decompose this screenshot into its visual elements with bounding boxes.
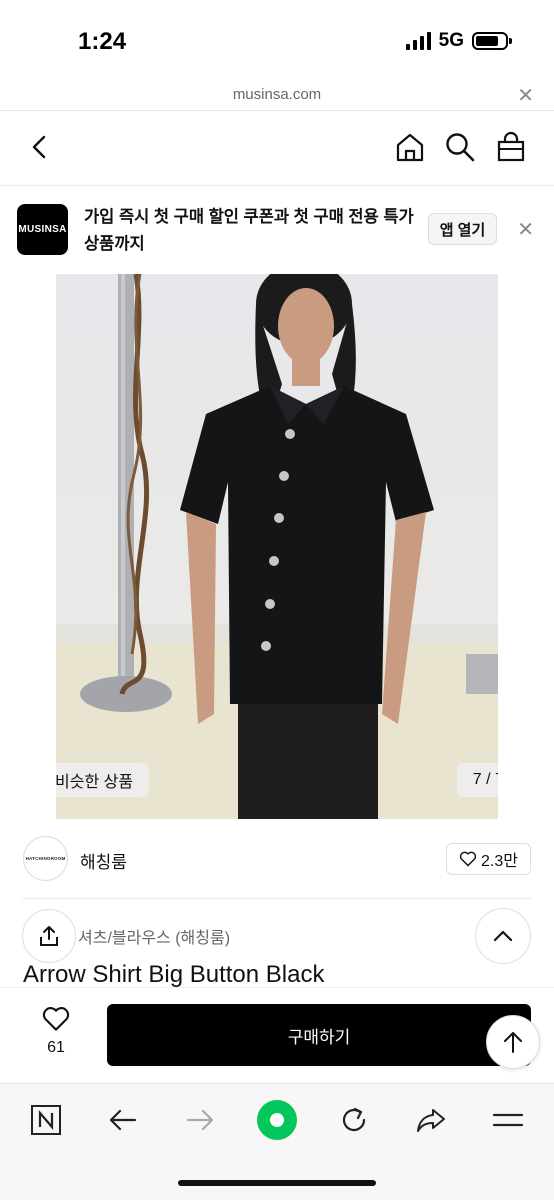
product-image[interactable]: 비슷한 상품 7 / 7 › <box>56 274 498 819</box>
back-icon[interactable] <box>22 129 58 165</box>
forward-arrow-icon[interactable] <box>178 1098 222 1142</box>
url-bar[interactable]: musinsa.com ✕ <box>0 80 554 110</box>
back-arrow-icon[interactable] <box>101 1098 145 1142</box>
image-counter: 7 / 7 › <box>457 763 498 797</box>
status-bar: 1:24 5G <box>0 0 554 80</box>
site-header <box>0 111 554 185</box>
search-icon[interactable] <box>442 129 478 165</box>
battery-icon <box>472 32 512 50</box>
refresh-icon[interactable] <box>332 1098 376 1142</box>
divider <box>22 898 532 899</box>
naver-icon[interactable] <box>24 1098 68 1142</box>
buy-button[interactable]: 구매하기 <box>107 1004 531 1066</box>
home-icon[interactable] <box>392 129 428 165</box>
url-text[interactable]: musinsa.com <box>0 86 554 103</box>
wish-button[interactable]: 61 <box>30 1006 82 1057</box>
arrow-up-icon <box>504 1032 522 1053</box>
similar-products-button[interactable]: 비슷한 상품 <box>56 763 149 797</box>
image-counter-text: 7 / 7 <box>472 771 498 788</box>
app-banner: MUSINSA 가입 즉시 첫 구매 할인 쿠폰과 첫 구매 전용 특가 상품까… <box>0 186 554 274</box>
status-indicators: 5G <box>405 30 512 52</box>
similar-label: 비슷한 상품 <box>56 774 134 791</box>
musinsa-logo: MUSINSA <box>17 204 68 255</box>
chevron-up-icon <box>493 930 513 942</box>
heart-icon <box>42 1007 70 1031</box>
product-photo <box>56 274 498 819</box>
network-label: 5G <box>438 30 464 51</box>
close-icon[interactable]: ✕ <box>517 83 534 108</box>
brand-like-count: 2.3만 <box>481 853 518 870</box>
brand-logo[interactable]: HATCHINGROOM <box>23 836 68 881</box>
banner-text: 가입 즉시 첫 구매 할인 쿠폰과 첫 구매 전용 특가 상품까지 <box>84 208 414 253</box>
heart-icon <box>459 851 477 867</box>
collapse-button[interactable] <box>475 908 531 964</box>
home-indicator <box>178 1180 376 1186</box>
brand-name[interactable]: 해칭룸 <box>80 848 127 873</box>
status-time: 1:24 <box>78 28 127 55</box>
share-icon <box>40 926 58 946</box>
open-app-button[interactable]: 앱 열기 <box>428 213 497 245</box>
signal-icon <box>405 32 431 50</box>
cart-icon[interactable] <box>493 129 529 165</box>
product-title: Arrow Shirt Big Button Black <box>23 961 325 987</box>
wish-count: 61 <box>47 1039 65 1056</box>
product-category[interactable]: 셔츠/블라우스 (해칭룸) <box>78 924 230 948</box>
share-arrow-icon[interactable] <box>409 1098 453 1142</box>
scroll-top-button[interactable] <box>486 1015 540 1069</box>
brand-like-button[interactable]: 2.3만 <box>446 843 531 875</box>
brand-row[interactable]: HATCHINGROOM 해칭룸 2.3만 <box>0 836 554 882</box>
share-button[interactable] <box>22 909 76 963</box>
close-icon[interactable]: ✕ <box>517 217 534 242</box>
menu-icon[interactable] <box>486 1098 530 1142</box>
buy-bar: 61 구매하기 <box>0 987 554 1082</box>
green-home-icon[interactable] <box>254 1097 300 1143</box>
